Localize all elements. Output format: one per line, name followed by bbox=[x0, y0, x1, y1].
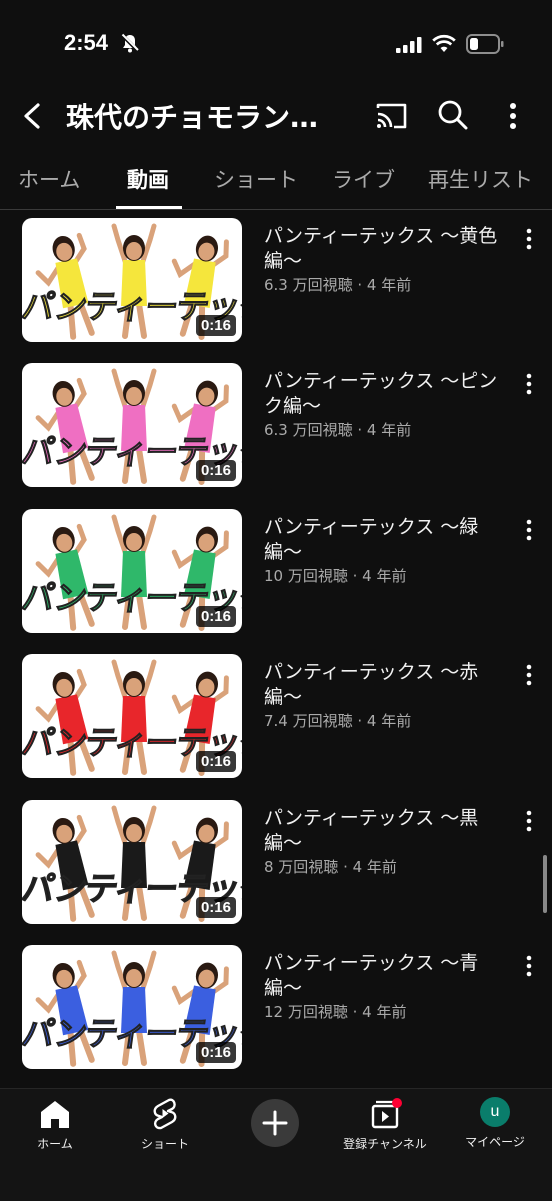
video-meta: 7.4 万回視聴 · 4 年前 bbox=[264, 712, 412, 730]
duration-badge: 0:16 bbox=[195, 751, 236, 772]
video-item[interactable]: パンティーテックス 0:16 パンティーテックス 〜黒編〜 8 万回視聴 · 4 … bbox=[0, 800, 552, 930]
tab-videos[interactable]: 動画 bbox=[127, 164, 169, 194]
video-item[interactable]: パンティーテックス 0:16 パンティーテックス 〜黄色編〜 6.3 万回視聴 ·… bbox=[0, 218, 552, 348]
video-item[interactable]: パンティーテックス 0:16 パンティーテックス 〜緑編〜 10 万回視聴 · 4… bbox=[0, 509, 552, 639]
channel-header: 珠代のチョモラン… bbox=[0, 90, 552, 142]
video-title[interactable]: パンティーテックス 〜赤編〜 bbox=[264, 660, 508, 710]
more-vert-icon[interactable] bbox=[522, 955, 536, 977]
nav-subscriptions-label: 登録チャンネル bbox=[343, 1137, 427, 1151]
nav-home[interactable]: ホーム bbox=[0, 1097, 110, 1152]
duration-badge: 0:16 bbox=[195, 897, 236, 918]
tab-home[interactable]: ホーム bbox=[18, 164, 80, 194]
duration-badge: 0:16 bbox=[195, 460, 236, 481]
scrollbar[interactable] bbox=[543, 855, 547, 913]
back-arrow-icon[interactable] bbox=[16, 98, 50, 134]
home-icon bbox=[41, 1101, 69, 1128]
status-bar: 2:54 bbox=[0, 0, 552, 90]
video-meta: 12 万回視聴 · 4 年前 bbox=[264, 1003, 407, 1021]
video-meta: 6.3 万回視聴 · 4 年前 bbox=[264, 276, 412, 294]
video-item[interactable]: パンティーテックス 0:16 パンティーテックス 〜青編〜 12 万回視聴 · 4… bbox=[0, 945, 552, 1075]
duration-badge: 0:16 bbox=[195, 606, 236, 627]
duration-badge: 0:16 bbox=[195, 315, 236, 336]
more-vert-icon[interactable] bbox=[522, 519, 536, 541]
video-meta: 6.3 万回視聴 · 4 年前 bbox=[264, 421, 412, 439]
nav-home-label: ホーム bbox=[37, 1137, 73, 1151]
video-thumbnail[interactable]: パンティーテックス 0:16 bbox=[22, 654, 242, 778]
nav-shorts-label: ショート bbox=[140, 1137, 189, 1151]
nav-you[interactable]: u マイページ bbox=[440, 1097, 550, 1150]
nav-subscriptions[interactable]: 登録チャンネル bbox=[330, 1097, 440, 1152]
create-button[interactable] bbox=[251, 1099, 299, 1147]
video-thumbnail[interactable]: パンティーテックス 0:16 bbox=[22, 509, 242, 633]
nav-shorts[interactable]: ショート bbox=[110, 1097, 220, 1152]
channel-tabs: ホーム 動画 ショート ライブ 再生リスト bbox=[0, 150, 552, 210]
bottom-nav: ホーム ショート 登録チャンネル u マイページ bbox=[0, 1088, 552, 1201]
channel-title: 珠代のチョモラン… bbox=[66, 101, 319, 134]
video-title[interactable]: パンティーテックス 〜黄色編〜 bbox=[264, 224, 508, 274]
bell-off-icon bbox=[120, 33, 140, 53]
video-title[interactable]: パンティーテックス 〜ピンク編〜 bbox=[264, 369, 508, 419]
video-thumbnail[interactable]: パンティーテックス 0:16 bbox=[22, 363, 242, 487]
more-vert-icon[interactable] bbox=[522, 373, 536, 395]
status-time: 2:54 bbox=[64, 30, 109, 55]
video-item[interactable]: パンティーテックス 0:16 パンティーテックス 〜ピンク編〜 6.3 万回視聴 … bbox=[0, 363, 552, 493]
more-vert-icon[interactable] bbox=[500, 100, 526, 132]
video-thumbnail[interactable]: パンティーテックス 0:16 bbox=[22, 218, 242, 342]
subscriptions-icon bbox=[371, 1098, 402, 1129]
nav-you-label: マイページ bbox=[465, 1135, 525, 1149]
search-icon[interactable] bbox=[436, 98, 470, 132]
wifi-icon bbox=[432, 34, 456, 52]
video-title[interactable]: パンティーテックス 〜青編〜 bbox=[264, 951, 508, 1001]
video-meta: 10 万回視聴 · 4 年前 bbox=[264, 567, 407, 585]
video-title[interactable]: パンティーテックス 〜黒編〜 bbox=[264, 806, 508, 856]
tab-shorts[interactable]: ショート bbox=[214, 164, 298, 194]
video-meta: 8 万回視聴 · 4 年前 bbox=[264, 858, 397, 876]
video-thumbnail[interactable]: パンティーテックス 0:16 bbox=[22, 945, 242, 1069]
video-thumbnail[interactable]: パンティーテックス 0:16 bbox=[22, 800, 242, 924]
more-vert-icon[interactable] bbox=[522, 810, 536, 832]
plus-icon bbox=[262, 1110, 288, 1136]
tab-playlists[interactable]: 再生リスト bbox=[428, 164, 533, 194]
more-vert-icon[interactable] bbox=[522, 228, 536, 250]
avatar: u bbox=[480, 1097, 510, 1127]
tab-live[interactable]: ライブ bbox=[332, 164, 395, 194]
video-list[interactable]: パンティーテックス 0:16 パンティーテックス 〜黄色編〜 6.3 万回視聴 ·… bbox=[0, 210, 552, 1090]
battery-icon bbox=[466, 34, 504, 54]
cellular-signal-icon bbox=[396, 37, 422, 53]
more-vert-icon[interactable] bbox=[522, 664, 536, 686]
video-title[interactable]: パンティーテックス 〜緑編〜 bbox=[264, 515, 508, 565]
duration-badge: 0:16 bbox=[195, 1042, 236, 1063]
shorts-icon bbox=[153, 1098, 177, 1130]
video-item[interactable]: パンティーテックス 0:16 パンティーテックス 〜赤編〜 7.4 万回視聴 · … bbox=[0, 654, 552, 784]
cast-icon[interactable] bbox=[374, 100, 410, 132]
